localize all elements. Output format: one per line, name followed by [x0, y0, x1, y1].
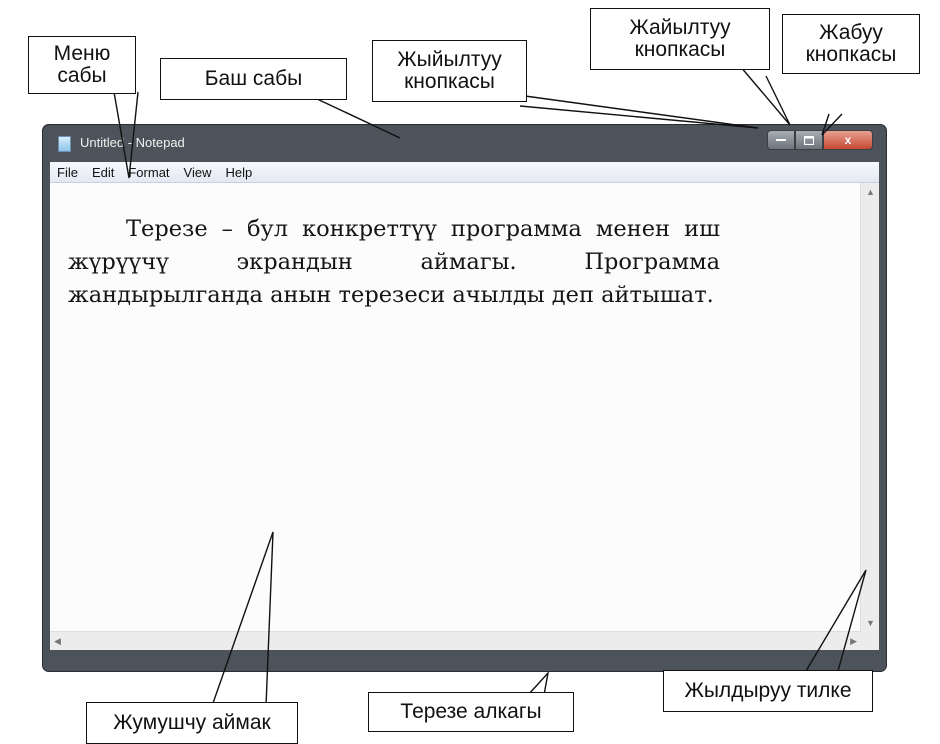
callout-minimize-line1: Жыйылтуу [397, 48, 502, 71]
callout-border-text: Терезе алкагы [400, 700, 542, 723]
callout-minimize: Жыйылтуу кнопкасы [372, 40, 527, 102]
callout-work-area-text: Жумушчу аймак [113, 711, 271, 734]
minimize-pointer [519, 95, 759, 129]
callout-border: Терезе алкагы [368, 692, 574, 732]
leader-lines [113, 65, 867, 707]
callout-menu-bar: Меню сабы [28, 36, 136, 94]
work-area-pointer [211, 531, 274, 707]
callout-menu-bar-line2: сабы [57, 64, 107, 87]
callout-title-bar: Баш сабы [160, 58, 347, 100]
callout-menu-bar-line1: Меню [53, 42, 111, 65]
callout-maximize: Жайылтуу кнопкасы [590, 8, 770, 70]
menu-bar-pointer [113, 91, 139, 179]
scrollbar-pointer [805, 569, 867, 672]
close-pointer [821, 113, 843, 136]
callout-scrollbar-text: Жылдыруу тилке [684, 679, 852, 702]
callout-minimize-line2: кнопкасы [404, 70, 495, 93]
callout-close-line1: Жабуу [819, 21, 883, 44]
callout-maximize-line1: Жайылтуу [629, 16, 731, 39]
callout-title-bar-text: Баш сабы [204, 67, 303, 90]
callout-maximize-line2: кнопкасы [634, 38, 726, 61]
callout-close: Жабуу кнопкасы [782, 14, 920, 74]
title-bar-pointer [314, 97, 401, 139]
callout-close-line2: кнопкасы [805, 43, 897, 66]
callout-scrollbar: Жылдыруу тилке [663, 670, 873, 712]
maximize-pointer [739, 65, 791, 126]
callout-work-area: Жумушчу аймак [86, 702, 298, 744]
